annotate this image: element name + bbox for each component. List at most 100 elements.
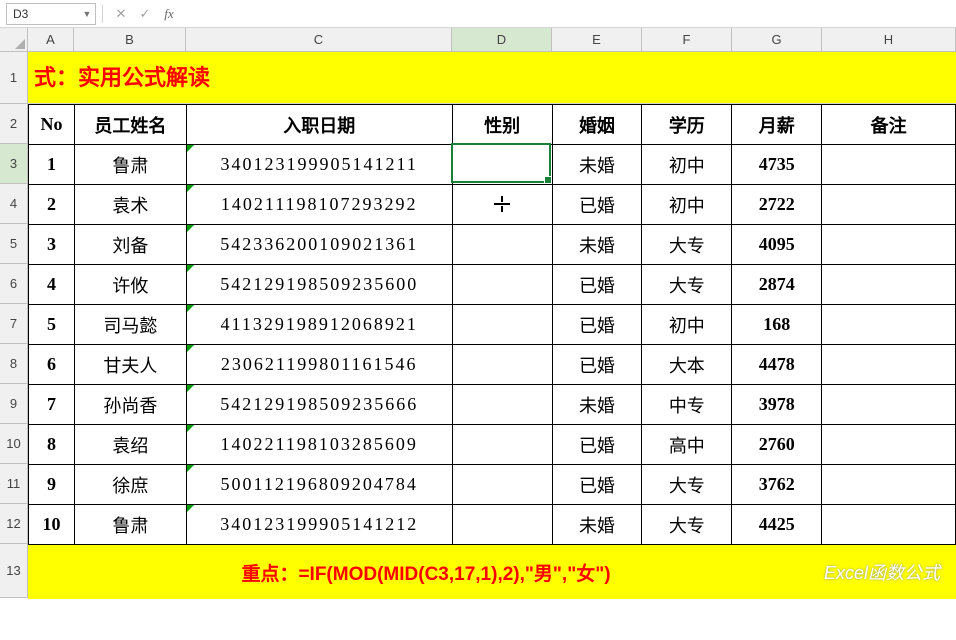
formula-input[interactable] <box>181 3 956 25</box>
cell-idnum[interactable]: 542336200109021361 <box>186 225 452 265</box>
cell-name[interactable]: 袁绍 <box>74 425 186 465</box>
table-header-cell[interactable]: 备注 <box>822 105 956 145</box>
cell-marriage[interactable]: 已婚 <box>552 265 642 305</box>
cell-gender[interactable] <box>452 305 552 345</box>
table-header-cell[interactable]: 月薪 <box>732 105 822 145</box>
row-header-7[interactable]: 7 <box>0 304 28 344</box>
cell-name[interactable]: 刘备 <box>74 225 186 265</box>
row-header-13[interactable]: 13 <box>0 544 28 598</box>
cell-remark[interactable] <box>822 265 956 305</box>
cell-name[interactable]: 鲁肃 <box>74 145 186 185</box>
row-header-10[interactable]: 10 <box>0 424 28 464</box>
cell-marriage[interactable]: 已婚 <box>552 185 642 225</box>
select-all-corner[interactable] <box>0 28 28 52</box>
cell-idnum[interactable]: 230621199801161546 <box>186 345 452 385</box>
column-header-A[interactable]: A <box>28 28 74 52</box>
row-header-3[interactable]: 3 <box>0 144 28 184</box>
confirm-icon[interactable]: ✓ <box>133 6 157 22</box>
cell-salary[interactable]: 4095 <box>732 225 822 265</box>
cell-idnum[interactable]: 340123199905141211 <box>186 145 452 185</box>
cell-salary[interactable]: 4478 <box>732 345 822 385</box>
cell-name[interactable]: 袁术 <box>74 185 186 225</box>
cell-no[interactable]: 2 <box>29 185 75 225</box>
cell-no[interactable]: 8 <box>29 425 75 465</box>
fx-icon[interactable]: fx <box>157 6 181 22</box>
cell-edu[interactable]: 大专 <box>642 465 732 505</box>
name-box[interactable]: D3 ▼ <box>6 3 96 25</box>
cell-idnum[interactable]: 411329198912068921 <box>186 305 452 345</box>
column-header-D[interactable]: D <box>452 28 552 52</box>
cell-remark[interactable] <box>822 385 956 425</box>
cell-remark[interactable] <box>822 305 956 345</box>
cell-salary[interactable]: 4735 <box>732 145 822 185</box>
cell-gender[interactable] <box>452 505 552 545</box>
cell-no[interactable]: 10 <box>29 505 75 545</box>
cell-remark[interactable] <box>822 465 956 505</box>
cell-edu[interactable]: 中专 <box>642 385 732 425</box>
cancel-icon[interactable]: ✕ <box>109 6 133 22</box>
cell-edu[interactable]: 初中 <box>642 185 732 225</box>
cell-marriage[interactable]: 未婚 <box>552 225 642 265</box>
cell-no[interactable]: 9 <box>29 465 75 505</box>
cell-salary[interactable]: 2874 <box>732 265 822 305</box>
cell-gender[interactable] <box>452 465 552 505</box>
table-header-cell[interactable]: 入职日期 <box>186 105 452 145</box>
cell-gender[interactable] <box>452 345 552 385</box>
row-header-5[interactable]: 5 <box>0 224 28 264</box>
cell-remark[interactable] <box>822 145 956 185</box>
column-header-C[interactable]: C <box>186 28 452 52</box>
cell-idnum[interactable]: 542129198509235600 <box>186 265 452 305</box>
row-header-9[interactable]: 9 <box>0 384 28 424</box>
cell-no[interactable]: 5 <box>29 305 75 345</box>
cell-salary[interactable]: 4425 <box>732 505 822 545</box>
row-header-11[interactable]: 11 <box>0 464 28 504</box>
cell-marriage[interactable]: 未婚 <box>552 385 642 425</box>
cell-edu[interactable]: 大本 <box>642 345 732 385</box>
cell-edu[interactable]: 大专 <box>642 505 732 545</box>
cell-idnum[interactable]: 340123199905141212 <box>186 505 452 545</box>
cell-salary[interactable]: 168 <box>732 305 822 345</box>
table-header-cell[interactable]: 学历 <box>642 105 732 145</box>
cell-salary[interactable]: 2760 <box>732 425 822 465</box>
cell-edu[interactable]: 大专 <box>642 225 732 265</box>
title-row[interactable]: 式：实用公式解读 <box>28 52 956 104</box>
cell-gender[interactable] <box>452 385 552 425</box>
cell-marriage[interactable]: 已婚 <box>552 345 642 385</box>
cell-name[interactable]: 徐庶 <box>74 465 186 505</box>
column-header-H[interactable]: H <box>822 28 956 52</box>
cell-salary[interactable]: 3762 <box>732 465 822 505</box>
cell-gender[interactable] <box>452 425 552 465</box>
row-header-6[interactable]: 6 <box>0 264 28 304</box>
table-header-cell[interactable]: No <box>29 105 75 145</box>
cell-marriage[interactable]: 已婚 <box>552 305 642 345</box>
row-header-8[interactable]: 8 <box>0 344 28 384</box>
cell-name[interactable]: 鲁肃 <box>74 505 186 545</box>
cell-marriage[interactable]: 未婚 <box>552 505 642 545</box>
cell-gender[interactable] <box>452 145 552 185</box>
cell-no[interactable]: 6 <box>29 345 75 385</box>
cell-gender[interactable] <box>452 265 552 305</box>
cell-marriage[interactable]: 已婚 <box>552 465 642 505</box>
cell-salary[interactable]: 2722 <box>732 185 822 225</box>
cell-gender[interactable] <box>452 185 552 225</box>
cell-edu[interactable]: 初中 <box>642 145 732 185</box>
cell-name[interactable]: 甘夫人 <box>74 345 186 385</box>
cell-edu[interactable]: 大专 <box>642 265 732 305</box>
cell-remark[interactable] <box>822 505 956 545</box>
chevron-down-icon[interactable]: ▼ <box>79 9 95 19</box>
cell-salary[interactable]: 3978 <box>732 385 822 425</box>
cell-name[interactable]: 许攸 <box>74 265 186 305</box>
cell-marriage[interactable]: 未婚 <box>552 145 642 185</box>
footer-row[interactable]: 重点：=IF(MOD(MID(C3,17,1),2),"男","女") Exce… <box>28 545 956 599</box>
cell-remark[interactable] <box>822 225 956 265</box>
cell-edu[interactable]: 初中 <box>642 305 732 345</box>
cell-marriage[interactable]: 已婚 <box>552 425 642 465</box>
cell-gender[interactable] <box>452 225 552 265</box>
cell-name[interactable]: 司马懿 <box>74 305 186 345</box>
cell-remark[interactable] <box>822 425 956 465</box>
row-header-12[interactable]: 12 <box>0 504 28 544</box>
column-header-F[interactable]: F <box>642 28 732 52</box>
sheet-area[interactable]: 式：实用公式解读 No员工姓名入职日期性别婚姻学历月薪备注 1鲁肃3401231… <box>28 52 956 599</box>
row-header-4[interactable]: 4 <box>0 184 28 224</box>
cell-edu[interactable]: 高中 <box>642 425 732 465</box>
